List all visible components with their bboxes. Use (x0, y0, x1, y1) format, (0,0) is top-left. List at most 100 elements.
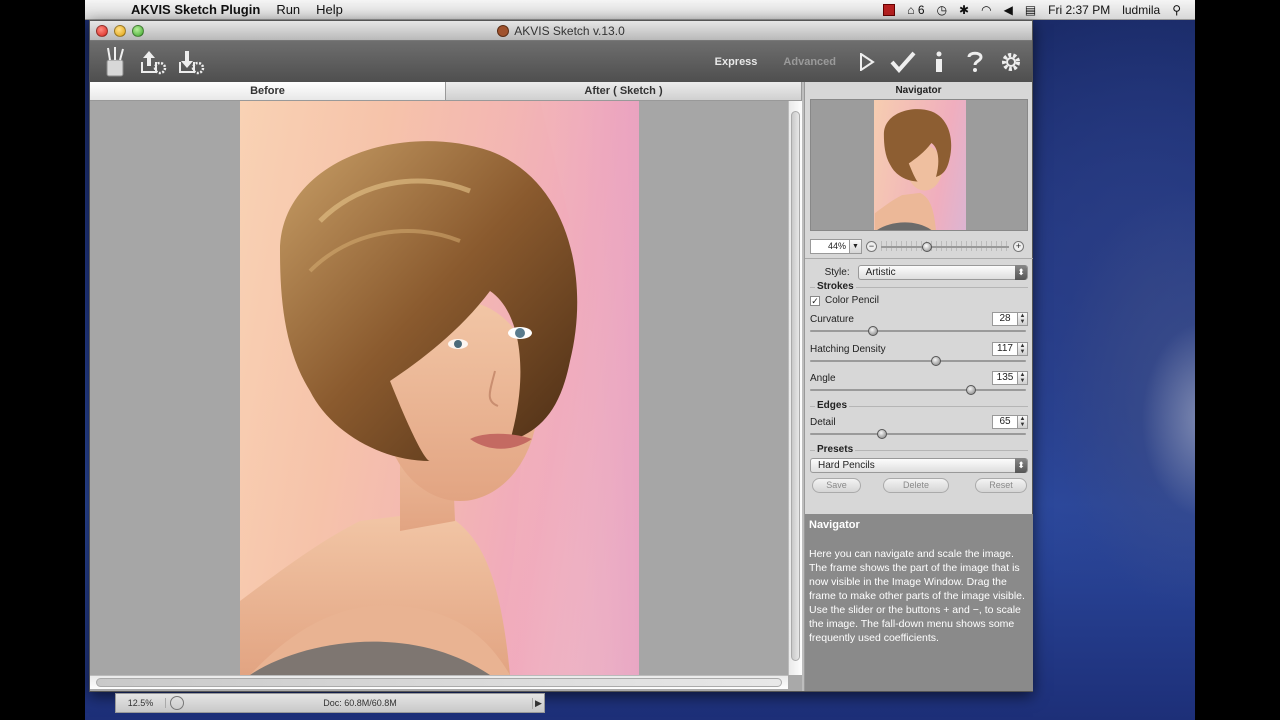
volume-icon[interactable]: ◀ (1004, 3, 1013, 17)
help-title: Navigator (809, 519, 860, 531)
bluetooth-icon[interactable]: ✱ (959, 3, 969, 17)
play-icon (860, 52, 875, 71)
letterbox-left (0, 0, 85, 720)
color-pencil-row: ✓ Color Pencil (810, 295, 1028, 306)
user-menu[interactable]: ludmila (1122, 3, 1160, 17)
help-button[interactable] (962, 49, 988, 75)
curvature-row: Curvature 28 ▲ ▼ (810, 312, 1028, 326)
detail-stepper[interactable]: ▲ ▼ (1018, 415, 1028, 429)
angle-slider-knob[interactable] (966, 385, 976, 395)
toolbar-right: Express Advanced (707, 49, 1024, 75)
detail-slider-knob[interactable] (877, 429, 887, 439)
run-button[interactable] (854, 49, 880, 75)
sketch-settings: Style: Artistic Strokes ✓ Color Pencil C… (805, 258, 1033, 498)
navigator-thumbnail[interactable] (874, 100, 966, 230)
toolbar: Express Advanced (90, 41, 1032, 82)
portrait-photo[interactable] (240, 101, 639, 675)
delete-preset-button[interactable]: Delete (883, 478, 949, 493)
status-menu-arrow-icon[interactable]: ▶ (532, 697, 544, 709)
window-controls (96, 25, 144, 37)
detail-slider[interactable] (810, 429, 1026, 439)
vertical-scroll-thumb[interactable] (791, 111, 800, 661)
settings-panel: Navigator 44% ▼ − + Style: Artistic ⬍ St… (804, 82, 1033, 691)
menu-extras: ⌂ 6 ◷ ✱ ◠ ◀ ▤ Fri 2:37 PM ludmila ⚲ (883, 3, 1195, 17)
window-title: AKVIS Sketch v.13.0 (514, 23, 625, 38)
detail-label: Detail (810, 416, 836, 428)
title-bar[interactable]: AKVIS Sketch v.13.0 (90, 21, 1032, 41)
zoom-out-button[interactable]: − (866, 240, 877, 252)
horizontal-scroll-thumb[interactable] (96, 678, 782, 687)
curvature-slider[interactable] (810, 326, 1026, 336)
detail-row: Detail 65 ▲ ▼ (810, 415, 1028, 429)
zoom-slider[interactable] (881, 241, 1009, 252)
minimize-button[interactable] (114, 25, 126, 37)
menu-help[interactable]: Help (308, 2, 351, 17)
menu-run[interactable]: Run (268, 2, 308, 17)
vertical-scrollbar[interactable] (788, 101, 802, 675)
close-button[interactable] (96, 25, 108, 37)
app-status-icon[interactable] (883, 3, 896, 16)
hatching-slider[interactable] (810, 356, 1026, 366)
mode-express[interactable]: Express (715, 56, 758, 68)
navigator-title: Navigator (895, 85, 942, 96)
angle-input[interactable]: 135 (992, 371, 1018, 385)
angle-stepper[interactable]: ▲ ▼ (1018, 371, 1028, 385)
mac-menu-bar: AKVIS Sketch Plugin Run Help ⌂ 6 ◷ ✱ ◠ ◀… (85, 0, 1195, 20)
tab-before[interactable]: Before (90, 82, 446, 100)
tab-after[interactable]: After ( Sketch ) (446, 82, 802, 100)
save-preset-button[interactable]: Save (812, 478, 861, 493)
time-machine-icon[interactable]: ◷ (937, 3, 947, 17)
style-select[interactable]: Artistic (857, 265, 1028, 280)
load-settings-icon[interactable] (136, 45, 170, 79)
apply-button[interactable] (890, 49, 916, 75)
hatching-label: Hatching Density (810, 343, 886, 355)
document-size: Doc: 60.8M/60.8M (323, 698, 397, 708)
curvature-stepper[interactable]: ▲ ▼ (1018, 312, 1028, 326)
info-icon (936, 51, 942, 72)
zoom-slider-knob[interactable] (922, 242, 933, 252)
adobe-icon[interactable]: ⌂ 6 (907, 3, 924, 17)
mode-advanced[interactable]: Advanced (783, 56, 836, 68)
strokes-group-label: Strokes (815, 281, 856, 292)
spotlight-icon[interactable]: ⚲ (1172, 3, 1181, 17)
zoom-button[interactable] (132, 25, 144, 37)
curvature-input[interactable]: 28 (992, 312, 1018, 326)
color-pencil-label: Color Pencil (825, 295, 879, 306)
image-canvas[interactable] (90, 101, 788, 675)
akvis-window: AKVIS Sketch v.13.0 Express Advanced Bef… (89, 20, 1033, 692)
app-menu[interactable]: AKVIS Sketch Plugin (123, 2, 268, 17)
gear-icon (1002, 52, 1020, 71)
detail-input[interactable]: 65 (992, 415, 1018, 429)
edges-group-label: Edges (815, 400, 850, 411)
preferences-button[interactable] (998, 49, 1024, 75)
image-window: Before After ( Sketch ) (90, 82, 802, 691)
info-button[interactable] (926, 49, 952, 75)
zoom-dropdown[interactable]: ▼ (850, 238, 862, 254)
help-text: Here you can navigate and scale the imag… (809, 548, 1025, 644)
reset-preset-button[interactable]: Reset (975, 478, 1027, 493)
hatching-slider-knob[interactable] (931, 356, 941, 366)
preset-select[interactable]: Hard Pencils (810, 458, 1028, 473)
checkmark-icon (890, 51, 916, 73)
wifi-icon[interactable]: ◠ (981, 3, 991, 17)
curvature-slider-knob[interactable] (868, 326, 878, 336)
hatching-stepper[interactable]: ▲ ▼ (1018, 342, 1028, 356)
save-settings-icon[interactable] (174, 45, 208, 79)
adobe-badge-count: 6 (917, 2, 925, 17)
angle-slider[interactable] (810, 385, 1026, 395)
question-icon (967, 51, 983, 72)
flag-icon[interactable]: ▤ (1025, 3, 1036, 17)
hatching-input[interactable]: 117 (992, 342, 1018, 356)
status-icon (170, 696, 184, 710)
presets-group-label: Presets (815, 444, 856, 455)
color-pencil-checkbox[interactable]: ✓ (810, 295, 820, 306)
clock[interactable]: Fri 2:37 PM (1048, 3, 1110, 17)
akvis-logo-icon (497, 24, 510, 37)
navigator-preview[interactable] (810, 99, 1028, 231)
document-zoom[interactable]: 12.5% (116, 698, 166, 708)
curvature-label: Curvature (810, 313, 854, 325)
horizontal-scrollbar[interactable] (90, 675, 788, 689)
zoom-value-field[interactable]: 44% (810, 238, 850, 254)
portrait-illustration (240, 101, 639, 675)
zoom-in-button[interactable]: + (1013, 240, 1024, 252)
